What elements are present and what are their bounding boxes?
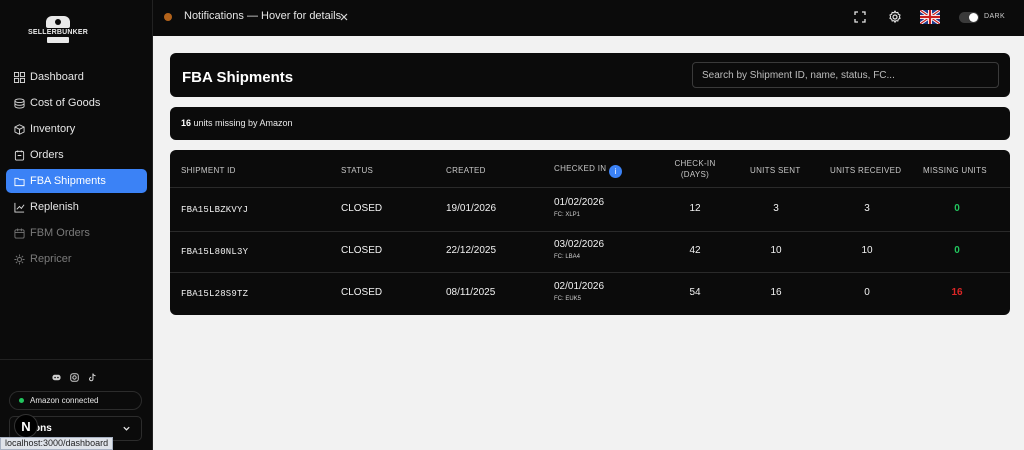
top-bar: Notifications — Hover for details DARK <box>153 0 1024 36</box>
checkin-days-cell: 12 <box>689 203 701 214</box>
units-sent-cell: 3 <box>773 203 779 214</box>
sidebar-item-cost-of-goods[interactable]: Cost of Goods <box>6 91 147 115</box>
info-icon[interactable]: i <box>609 165 623 178</box>
chevron-down-icon <box>123 426 130 431</box>
sidebar-item-dashboard[interactable]: Dashboard <box>6 65 147 89</box>
shipments-table: SHIPMENT ID STATUS CREATED CHECKED IN i C… <box>170 150 1010 315</box>
column-header-units-sent[interactable]: UNITS SENT <box>750 166 801 175</box>
close-icon[interactable] <box>338 11 350 23</box>
coins-icon <box>14 97 25 109</box>
sidebar-item-label: Orders <box>30 149 64 161</box>
sidebar-item-inventory[interactable]: Inventory <box>6 117 147 141</box>
units-sent-cell: 10 <box>770 245 782 256</box>
sidebar-item-label: Replenish <box>30 201 79 213</box>
sidebar-item-repricer[interactable]: Repricer <box>6 247 147 271</box>
folder-icon <box>14 176 25 187</box>
missing-units-cell: 0 <box>954 203 960 214</box>
sidebar: SELLERBUNKER Dashboard Cost of Goods Inv… <box>0 0 153 450</box>
spark-icon <box>14 253 25 265</box>
created-cell: 19/01/2026 <box>446 203 497 214</box>
receipt-icon <box>14 149 25 161</box>
sidebar-item-label: Inventory <box>30 123 76 135</box>
checked-in-cell: 03/02/2026 <box>554 239 605 250</box>
grid-icon <box>14 71 25 83</box>
status-cell: CLOSED <box>341 245 383 256</box>
units-sent-cell: 16 <box>770 287 782 298</box>
notification-dot-icon <box>164 13 172 21</box>
logo[interactable]: SELLERBUNKER <box>28 16 88 44</box>
chart-icon <box>14 202 25 213</box>
missing-units-cell: 0 <box>954 245 960 256</box>
fc-label: FC: EUK5 <box>554 296 582 302</box>
column-header-created[interactable]: CREATED <box>446 166 486 175</box>
sidebar-item-fba-shipments[interactable]: FBA Shipments <box>6 169 147 193</box>
sidebar-item-fbm-orders[interactable]: FBM Orders <box>6 221 147 245</box>
checked-in-cell: 01/02/2026 <box>554 197 605 208</box>
missing-label: units missing by Amazon <box>191 118 293 128</box>
shipment-id[interactable]: FBA15LBZKVYJ <box>181 205 248 215</box>
page-title: FBA Shipments <box>182 69 294 86</box>
missing-units-cell: 16 <box>951 287 963 298</box>
url-tooltip: localhost:3000/dashboard <box>0 437 114 450</box>
checkin-days-cell: 54 <box>689 287 701 298</box>
missing-units-banner: 16 units missing by Amazon <box>170 107 1010 140</box>
logo-text: SELLERBUNKER <box>28 29 88 36</box>
fc-label: FC: XLP1 <box>554 212 581 218</box>
units-received-cell: 3 <box>864 203 870 214</box>
column-header-status[interactable]: STATUS <box>341 166 373 175</box>
shipment-id[interactable]: FBA15L80NL3Y <box>181 247 248 257</box>
column-header-missing-units[interactable]: MISSING UNITS <box>923 166 987 175</box>
theme-label: DARK <box>984 13 1006 20</box>
units-received-cell: 0 <box>864 287 870 298</box>
created-cell: 08/11/2025 <box>446 287 496 298</box>
checkin-days-cell: 42 <box>689 245 701 256</box>
search-input[interactable] <box>692 62 999 88</box>
tiktok-icon[interactable] <box>88 373 97 382</box>
status-cell: CLOSED <box>341 287 383 298</box>
units-received-cell: 10 <box>861 245 873 256</box>
instagram-icon[interactable] <box>70 373 79 382</box>
box-icon <box>14 123 25 135</box>
sidebar-item-label: Dashboard <box>30 71 84 83</box>
social-links <box>52 373 97 382</box>
status-cell: CLOSED <box>341 203 383 214</box>
sidebar-nav: Dashboard Cost of Goods Inventory Orders… <box>6 65 147 273</box>
sidebar-item-orders[interactable]: Orders <box>6 143 147 167</box>
next-dev-badge[interactable]: N <box>14 414 38 438</box>
shipment-id[interactable]: FBA15L28S9TZ <box>181 289 248 299</box>
sidebar-item-label: FBM Orders <box>30 227 90 239</box>
amazon-status-label: Amazon connected <box>30 396 99 405</box>
logo-icon <box>46 16 70 28</box>
missing-count: 16 <box>181 118 192 128</box>
fc-label: FC: LBA4 <box>554 254 581 260</box>
calendar-icon <box>14 227 25 239</box>
checked-in-cell: 02/01/2026 <box>554 281 605 292</box>
status-dot-icon <box>19 398 24 403</box>
page-header: FBA Shipments <box>170 53 1010 97</box>
amazon-status: Amazon connected <box>9 391 142 410</box>
column-header-shipment-id[interactable]: SHIPMENT ID <box>181 166 236 175</box>
column-header-checkin-days[interactable]: CHECK-IN (DAYS) <box>665 159 725 179</box>
created-cell: 22/12/2025 <box>446 245 497 256</box>
sidebar-item-label: FBA Shipments <box>30 175 106 187</box>
column-header-checked-in[interactable]: CHECKED IN i <box>554 164 623 178</box>
sidebar-item-label: Repricer <box>30 253 72 265</box>
sidebar-item-replenish[interactable]: Replenish <box>6 195 147 219</box>
uk-flag-icon[interactable] <box>920 10 940 24</box>
sidebar-item-label: Cost of Goods <box>30 97 101 109</box>
discord-icon[interactable] <box>52 373 61 382</box>
theme-toggle[interactable] <box>959 12 979 23</box>
notification-text[interactable]: Notifications — Hover for details <box>184 10 341 22</box>
fullscreen-icon[interactable] <box>853 10 867 24</box>
sidebar-divider <box>0 359 153 360</box>
gear-icon[interactable] <box>888 10 902 24</box>
column-header-units-received[interactable]: UNITS RECEIVED <box>830 166 901 175</box>
